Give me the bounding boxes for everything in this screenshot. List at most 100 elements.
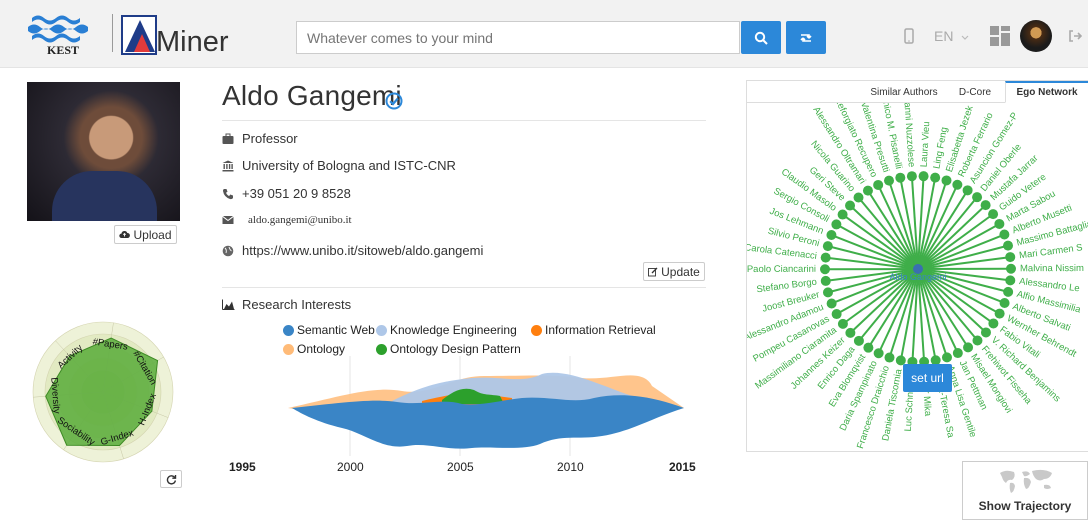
ego-node[interactable] [994,308,1005,319]
ego-node[interactable] [994,218,1005,229]
year-label: 2000 [337,460,364,474]
search-button[interactable] [741,21,781,54]
ego-node-label[interactable]: Malvina Nissim [1020,263,1084,274]
ego-node[interactable] [845,327,856,338]
legend-swatch [283,343,294,355]
ego-node[interactable] [980,200,991,211]
ego-node[interactable] [822,241,833,252]
kest-logo[interactable]: KEST [24,12,102,57]
ego-node[interactable] [895,172,906,183]
logout-icon[interactable] [1068,29,1082,43]
ego-node[interactable] [930,172,941,183]
ego-node[interactable] [1003,286,1014,297]
ego-node[interactable] [1005,263,1016,274]
legend-item[interactable]: Ontology [283,342,345,356]
stream-semantic-web [292,395,684,449]
year-label: 2005 [447,460,474,474]
ego-node[interactable] [980,327,991,338]
envelope-icon [222,215,234,224]
dashboard-icon[interactable] [990,26,1010,46]
show-trajectory-label: Show Trajectory [978,499,1072,513]
ego-node[interactable] [1003,240,1014,251]
ego-node[interactable] [963,342,974,353]
tab-d-core[interactable]: D-Core [945,81,1005,103]
retweet-icon [800,33,812,42]
kest-logo-text: KEST [47,43,79,56]
ego-node[interactable] [906,171,917,182]
email-text[interactable]: aldo.gangemi@unibo.it [248,214,352,226]
ego-node-label[interactable]: Paolo Ciancarini [747,264,816,275]
ego-node[interactable] [962,185,973,196]
ego-node[interactable] [999,229,1010,240]
edit-icon [648,267,658,276]
ego-node[interactable] [999,297,1010,308]
ego-node[interactable] [988,318,999,329]
ego-node[interactable] [837,209,848,220]
ego-node[interactable] [873,348,884,359]
user-avatar[interactable] [1020,20,1052,52]
upload-button[interactable]: Upload [114,225,177,244]
verified-icon [385,92,403,110]
globe-icon [222,245,234,256]
aminer-logo-text: Miner [156,26,229,58]
research-interests-label: Research Interests [242,297,352,312]
research-interests-title: Research Interests [222,297,351,312]
ego-node[interactable] [826,230,837,241]
legend-item[interactable]: Knowledge Engineering [376,323,517,337]
radar-chart: #Papers#CitationH-IndexG-IndexSociabilit… [32,321,174,463]
ego-node[interactable] [972,335,983,346]
legend-item[interactable]: Ontology Design Pattern [376,342,521,356]
language-selector[interactable]: EN [934,28,969,44]
set-url-button[interactable]: set url [903,364,952,392]
ego-node[interactable] [853,335,864,346]
ego-node-label[interactable]: Laura Vieu [919,121,933,167]
ego-node[interactable] [1005,252,1016,263]
affiliation-text: University of Bologna and ISTC-CNR [242,158,456,173]
ego-node[interactable] [820,275,831,286]
position-text: Professor [242,131,298,146]
ego-node[interactable] [831,219,842,230]
show-trajectory-button[interactable]: Show Trajectory [962,461,1088,520]
search-input[interactable] [296,21,740,54]
ego-node[interactable] [820,264,831,275]
homepage-link[interactable]: https://www.unibo.it/sitoweb/aldo.gangem… [242,243,483,258]
ego-node[interactable] [988,209,999,220]
profile-photo [27,82,180,221]
aminer-logo[interactable]: Miner [120,14,240,58]
update-label: Update [661,264,700,279]
ego-node[interactable] [820,252,831,263]
legend-label: Ontology [297,342,346,356]
ego-node[interactable] [918,171,929,182]
legend-label: Semantic Web [297,323,375,337]
ego-node[interactable] [952,179,963,190]
tab-similar-authors[interactable]: Similar Authors [863,81,945,103]
update-button[interactable]: Update [643,262,705,281]
ego-node[interactable] [862,185,873,196]
ego-node[interactable] [1005,275,1016,286]
ego-node[interactable] [873,179,884,190]
tab-ego-network[interactable]: Ego Network [1005,81,1088,103]
legend-label: Ontology Design Pattern [390,342,521,356]
mobile-icon[interactable] [903,28,915,44]
homepage-row: https://www.unibo.it/sitoweb/aldo.gangem… [222,243,483,258]
ego-node[interactable] [863,342,874,353]
ego-node[interactable] [845,200,856,211]
legend-item[interactable]: Information Retrieval [531,323,656,337]
refresh-button[interactable] [160,470,182,488]
ego-node[interactable] [853,192,864,203]
ego-node[interactable] [884,352,895,363]
ego-node[interactable] [822,287,833,298]
ego-node[interactable] [826,298,837,309]
divider [222,120,706,121]
ego-node[interactable] [952,348,963,359]
ego-node[interactable] [941,352,952,363]
ego-node[interactable] [884,175,895,186]
ego-node[interactable] [972,192,983,203]
world-map-icon [1000,469,1052,493]
legend-item[interactable]: Semantic Web [283,323,375,337]
ego-node[interactable] [941,175,952,186]
toggle-search-mode-button[interactable] [786,21,826,54]
ego-node[interactable] [831,309,842,320]
ego-node[interactable] [837,318,848,329]
legend-swatch [376,343,387,355]
